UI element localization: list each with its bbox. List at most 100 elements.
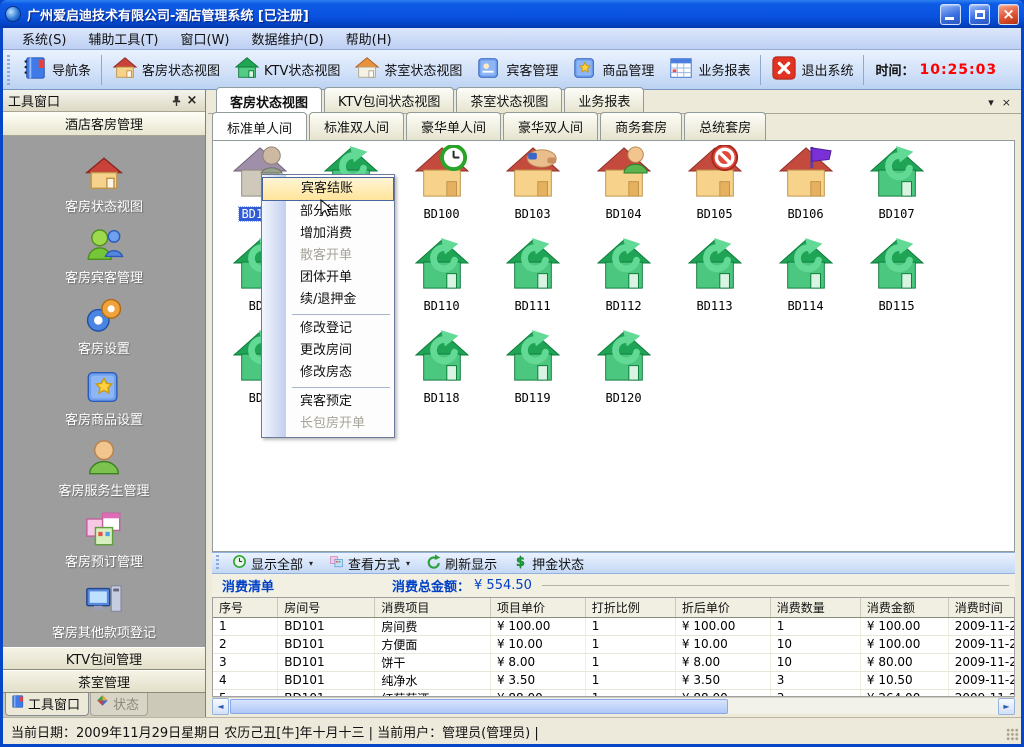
context-menu-item-4[interactable]: 团体开单 [262,267,394,289]
sidebar-item-2[interactable]: 客房设置 [3,296,205,357]
sidebar-item-4[interactable]: 客房服务生管理 [3,438,205,499]
maximize-button[interactable] [969,4,990,25]
room-icon-flagged[interactable] [761,145,850,203]
table-row[interactable]: 2BD101方便面¥ 10.001¥ 10.0010¥ 100.002009-1… [213,635,1015,653]
room-icon-blocked[interactable] [670,145,759,203]
sidebar-section-bar-1[interactable]: 茶室管理 [3,670,205,693]
room-BD119[interactable]: BD119 [488,329,577,406]
table-row[interactable]: 1BD101房间费¥ 100.001¥ 100.001¥ 100.002009-… [213,617,1015,635]
column-header-0[interactable]: 序号 [213,598,278,617]
tab-1[interactable]: KTV包间状态视图 [324,87,454,113]
room-icon-vacant[interactable] [488,329,577,387]
toolbar-button-1-g1[interactable]: KTV状态视图 [227,53,347,87]
context-menu-item-8[interactable]: 更改房间 [262,340,394,362]
room-BD105[interactable]: BD105 [670,145,759,222]
tab-0[interactable]: 客房状态视图 [216,87,322,114]
column-header-6[interactable]: 消费数量 [770,598,860,617]
menu-item-2[interactable]: 窗口(W) [170,28,241,50]
room-type-tab-0[interactable]: 标准单人间 [212,112,307,141]
action-button-0[interactable]: 显示全部▾ [224,554,321,573]
column-header-5[interactable]: 折后单价 [675,598,770,617]
column-header-7[interactable]: 消费金额 [860,598,948,617]
room-type-tab-4[interactable]: 商务套房 [600,112,682,140]
sidebar-item-3[interactable]: 客房商品设置 [3,367,205,428]
room-icon-vacant[interactable] [761,237,850,295]
sidebar-item-6[interactable]: 客房其他款项登记 [3,580,205,641]
room-icon-vacant[interactable] [670,237,759,295]
resize-grip[interactable] [1006,728,1019,741]
minimize-button[interactable] [940,4,961,25]
room-BD103[interactable]: BD103 [488,145,577,222]
toolbar-button-3-g1[interactable]: 宾客管理 [469,53,565,87]
table-row[interactable]: 4BD101纯净水¥ 3.501¥ 3.503¥ 10.502009-11-28… [213,671,1015,689]
room-icon-vacant[interactable] [397,237,486,295]
tab-3[interactable]: 业务报表 [564,87,644,113]
room-BD118[interactable]: BD118 [397,329,486,406]
room-icon-vacant[interactable] [488,237,577,295]
action-button-2[interactable]: 刷新显示 [418,554,505,573]
close-panel-icon[interactable]: × [184,93,200,109]
context-menu-item-9[interactable]: 修改房态 [262,362,394,384]
column-header-8[interactable]: 消费时间 [948,598,1015,617]
toolbar-button-0-g2[interactable]: 退出系统 [764,53,860,87]
room-icon-vacant[interactable] [397,329,486,387]
action-button-3[interactable]: $押金状态 [505,554,592,573]
room-type-tab-2[interactable]: 豪华单人间 [406,112,501,140]
room-type-tab-3[interactable]: 豪华双人间 [503,112,598,140]
sidebar-section-bar-0[interactable]: KTV包间管理 [3,647,205,670]
room-icon-vacant[interactable] [579,237,668,295]
scroll-right-button[interactable]: ► [998,698,1015,715]
tab-2[interactable]: 茶室状态视图 [456,87,562,113]
dropdown-arrow-icon[interactable]: ▾ [406,559,410,568]
column-header-3[interactable]: 项目单价 [490,598,585,617]
menu-item-3[interactable]: 数据维护(D) [241,28,335,50]
sidebar-item-5[interactable]: 客房预订管理 [3,509,205,570]
room-BD111[interactable]: BD111 [488,237,577,314]
action-button-1[interactable]: 查看方式▾ [321,554,418,573]
room-type-tab-5[interactable]: 总统套房 [684,112,766,140]
room-BD112[interactable]: BD112 [579,237,668,314]
tab-close-icon[interactable]: × [1002,96,1011,109]
toolbar-button-0-g1[interactable]: 客房状态视图 [105,53,227,87]
table-row[interactable]: 5BD101红葡萄酒¥ 88.001¥ 88.003¥ 264.002009-1… [213,689,1015,697]
menu-item-1[interactable]: 辅助工具(T) [77,28,169,50]
scrollbar-thumb[interactable] [230,699,728,714]
toolbar-button-0-g0[interactable]: 导航条 [15,53,98,87]
pin-icon[interactable] [168,93,184,109]
menu-item-4[interactable]: 帮助(H) [335,28,403,50]
room-BD110[interactable]: BD110 [397,237,486,314]
room-BD104[interactable]: BD104 [579,145,668,222]
room-BD107[interactable]: BD107 [852,145,941,222]
context-menu-item-11[interactable]: 宾客预定 [262,391,394,413]
room-icon-vacant[interactable] [579,329,668,387]
sidebar-bottom-tab-0[interactable]: 工具窗口 [5,693,89,716]
scroll-left-button[interactable]: ◄ [212,698,229,715]
column-header-4[interactable]: 打折比例 [585,598,675,617]
column-header-1[interactable]: 房间号 [278,598,375,617]
close-button[interactable]: × [998,4,1019,25]
room-BD113[interactable]: BD113 [670,237,759,314]
toolbar-button-4-g1[interactable]: 商品管理 [565,53,661,87]
room-icon-meeting[interactable] [488,145,577,203]
context-menu-item-2[interactable]: 增加消费 [262,223,394,245]
context-menu-item-7[interactable]: 修改登记 [262,318,394,340]
tab-dropdown-icon[interactable]: ▾ [988,96,994,109]
room-type-tab-1[interactable]: 标准双人间 [309,112,404,140]
column-header-2[interactable]: 消费项目 [375,598,491,617]
room-BD100[interactable]: BD100 [397,145,486,222]
sidebar-item-0[interactable]: 客房状态视图 [3,154,205,215]
room-BD120[interactable]: BD120 [579,329,668,406]
context-menu-item-0[interactable]: 宾客结账 [262,177,394,201]
context-menu-item-5[interactable]: 续/退押金 [262,289,394,311]
sidebar-section-header[interactable]: 酒店客房管理 [3,112,205,136]
room-icon-clock[interactable] [397,145,486,203]
dropdown-arrow-icon[interactable]: ▾ [309,559,313,568]
toolbar-button-5-g1[interactable]: 业务报表 [661,53,757,87]
room-BD115[interactable]: BD115 [852,237,941,314]
sidebar-item-1[interactable]: 客房宾客管理 [3,225,205,286]
sidebar-bottom-tab-1[interactable]: 状态 [90,693,148,716]
room-BD106[interactable]: BD106 [761,145,850,222]
toolbar-button-2-g1[interactable]: 茶室状态视图 [347,53,469,87]
horizontal-scrollbar[interactable]: ◄ ► [212,697,1015,714]
room-icon-guest[interactable] [579,145,668,203]
